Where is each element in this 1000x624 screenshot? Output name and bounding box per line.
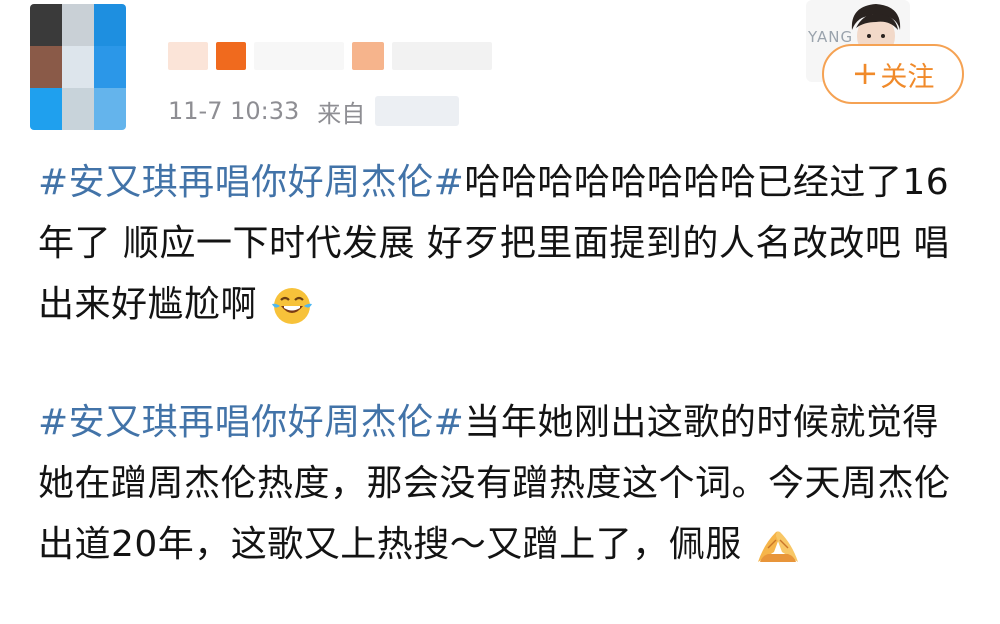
avatar-tile [94, 46, 126, 88]
name-blur-block [352, 42, 384, 70]
post-source-prefix: 来自 [317, 99, 366, 128]
avatar-tile [62, 4, 94, 46]
avatar-tile [62, 88, 94, 130]
name-blur-block [254, 42, 344, 70]
avatar-tile [94, 4, 126, 46]
post-paragraph-2: #安又琪再唱你好周杰伦#当年她刚出这歌的时候就觉得她在蹭周杰伦热度，那会没有蹭热… [38, 392, 968, 585]
avatar-tile [30, 46, 62, 88]
name-blur-block [168, 42, 208, 70]
name-blur-block [216, 42, 246, 70]
follow-button-label: 关注 [880, 61, 935, 93]
avatar-tile [30, 88, 62, 130]
post-timestamp: 11-7 10:33 [168, 97, 300, 125]
praying-hands-emoji [754, 524, 802, 585]
name-blur-block [392, 42, 492, 70]
follow-button[interactable]: + 关注 [822, 44, 964, 104]
topic-hashtag-link[interactable]: #安又琪再唱你好周杰伦# [38, 402, 464, 443]
laughing-tears-emoji [269, 284, 315, 345]
avatar-tile [94, 88, 126, 130]
avatar-tile [62, 46, 94, 88]
author-name-blurred[interactable] [168, 36, 498, 76]
avatar-tile [30, 4, 62, 46]
post-paragraph-1: #安又琪再唱你好周杰伦#哈哈哈哈哈哈哈哈已经过了16年了 顺应一下时代发展 好歹… [38, 152, 968, 345]
author-avatar[interactable] [30, 4, 126, 130]
post-meta: 11-7 10:33 来自 [168, 94, 460, 128]
topic-hashtag-link[interactable]: #安又琪再唱你好周杰伦# [38, 162, 464, 203]
plus-icon: + [851, 53, 879, 92]
post-source-blurred [375, 96, 460, 126]
